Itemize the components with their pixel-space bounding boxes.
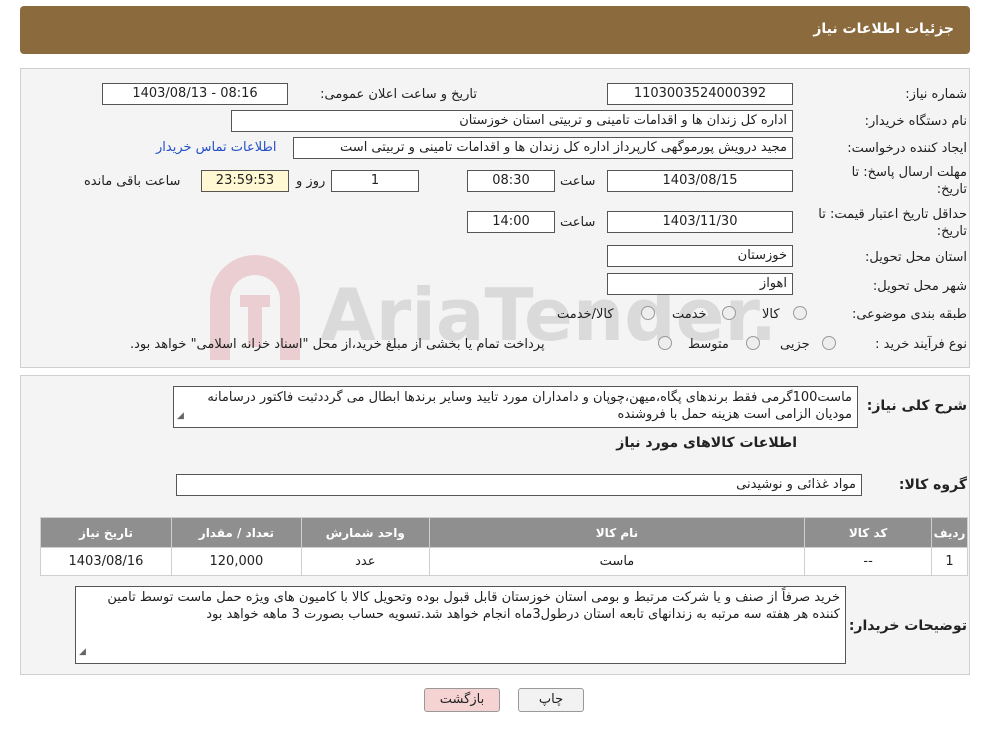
col-name-header: نام کالا — [428, 517, 806, 548]
city-field: اهواز — [607, 273, 793, 295]
province-field: خوزستان — [607, 245, 793, 267]
announce-date-label: تاریخ و ساعت اعلان عمومی: — [320, 87, 477, 102]
buyer-notes-text: خرید صرفاً از صنف و یا شرکت مرتبط و بومی… — [107, 590, 840, 622]
purchase-radio-minor[interactable] — [822, 336, 836, 350]
deadline-date-field: 1403/08/15 — [607, 170, 793, 192]
remaining-time-label: ساعت باقی مانده — [84, 174, 181, 189]
category-radio-service[interactable] — [722, 306, 736, 320]
cell-code: -- — [804, 547, 933, 576]
category-radio-goods[interactable] — [793, 306, 807, 320]
col-quantity-header: تعداد / مقدار — [170, 517, 302, 548]
back-button[interactable]: بازگشت — [424, 688, 500, 712]
city-label: شهر محل تحویل: — [872, 279, 967, 294]
items-table: ردیف کد کالا نام کالا واحد شمارش تعداد /… — [40, 517, 968, 576]
purchase-radio-medium[interactable] — [746, 336, 760, 350]
items-table-header: ردیف کد کالا نام کالا واحد شمارش تعداد /… — [40, 517, 968, 548]
need-number-field: 1103003524000392 — [607, 83, 793, 105]
resize-grip-icon[interactable]: ◢ — [79, 644, 86, 661]
validity-date-field: 1403/11/30 — [607, 211, 793, 233]
buyer-notes-textarea[interactable]: خرید صرفاً از صنف و یا شرکت مرتبط و بومی… — [75, 586, 846, 664]
goods-group-field: مواد غذائی و نوشیدنی — [176, 474, 862, 496]
resize-grip-icon[interactable]: ◢ — [177, 408, 184, 425]
days-label: روز و — [296, 174, 326, 189]
category-option-service: خدمت — [672, 307, 707, 322]
treasury-checkbox[interactable] — [658, 336, 672, 350]
validity-time-label: ساعت — [560, 215, 596, 230]
cell-quantity: 120,000 — [170, 547, 302, 576]
deadline-label-date: تاریخ: — [936, 182, 967, 197]
page-header: جزئیات اطلاعات نیاز — [20, 6, 970, 54]
province-label: استان محل تحویل: — [865, 250, 967, 265]
table-row: 1 -- ماست عدد 120,000 1403/08/16 — [40, 547, 968, 576]
category-option-goods-service: کالا/خدمت — [557, 307, 614, 322]
col-code-header: کد کالا — [804, 517, 933, 548]
cell-row: 1 — [931, 547, 968, 576]
cell-name: ماست — [428, 547, 806, 576]
buyer-org-field: اداره کل زندان ها و اقدامات تامینی و ترب… — [231, 110, 793, 132]
col-row-header: ردیف — [931, 517, 968, 548]
buyer-notes-label: توضیحات خریدار: — [848, 618, 967, 634]
category-radio-goods-service[interactable] — [641, 306, 655, 320]
summary-label: شرح کلی نیاز: — [866, 398, 967, 414]
announce-date-field: 1403/08/13 - 08:16 — [102, 83, 288, 105]
items-section-title: اطلاعات کالاهای مورد نیاز — [616, 435, 797, 451]
cell-unit: عدد — [300, 547, 430, 576]
days-remaining-field: 1 — [331, 170, 419, 192]
deadline-label: مهلت ارسال پاسخ: تا — [851, 165, 967, 180]
cell-date: 1403/08/16 — [40, 547, 172, 576]
deadline-time-field: 08:30 — [467, 170, 555, 192]
goods-group-label: گروه کالا: — [898, 477, 967, 493]
purchase-type-label: نوع فرآیند خرید : — [875, 337, 967, 352]
purchase-option-medium: متوسط — [688, 337, 729, 352]
summary-text: ماست100گرمی فقط برندهای پگاه،میهن،چوپان … — [207, 390, 852, 422]
print-button[interactable]: چاپ — [518, 688, 584, 712]
page-title: جزئیات اطلاعات نیاز — [813, 21, 954, 37]
buyer-org-label: نام دستگاه خریدار: — [864, 114, 967, 129]
category-label: طبقه بندی موضوعی: — [851, 307, 967, 322]
deadline-time-label: ساعت — [560, 174, 596, 189]
col-unit-header: واحد شمارش — [300, 517, 430, 548]
category-option-goods: کالا — [762, 307, 780, 322]
validity-label-date: تاریخ: — [936, 224, 967, 239]
treasury-note: پرداخت تمام یا بخشی از مبلغ خرید،از محل … — [130, 337, 545, 352]
purchase-option-minor: جزیی — [780, 337, 810, 352]
buyer-contact-link[interactable]: اطلاعات تماس خریدار — [156, 140, 276, 155]
validity-time-field: 14:00 — [467, 211, 555, 233]
creator-label: ایجاد کننده درخواست: — [847, 141, 967, 156]
need-number-label: شماره نیاز: — [905, 87, 967, 102]
creator-field: مجید درویش پورموگهی کارپرداز اداره کل زن… — [293, 137, 793, 159]
summary-textarea[interactable]: ماست100گرمی فقط برندهای پگاه،میهن،چوپان … — [173, 386, 858, 428]
validity-label: حداقل تاریخ اعتبار قیمت: تا — [818, 207, 967, 222]
col-date-header: تاریخ نیاز — [40, 517, 172, 548]
remaining-time-field: 23:59:53 — [201, 170, 289, 192]
